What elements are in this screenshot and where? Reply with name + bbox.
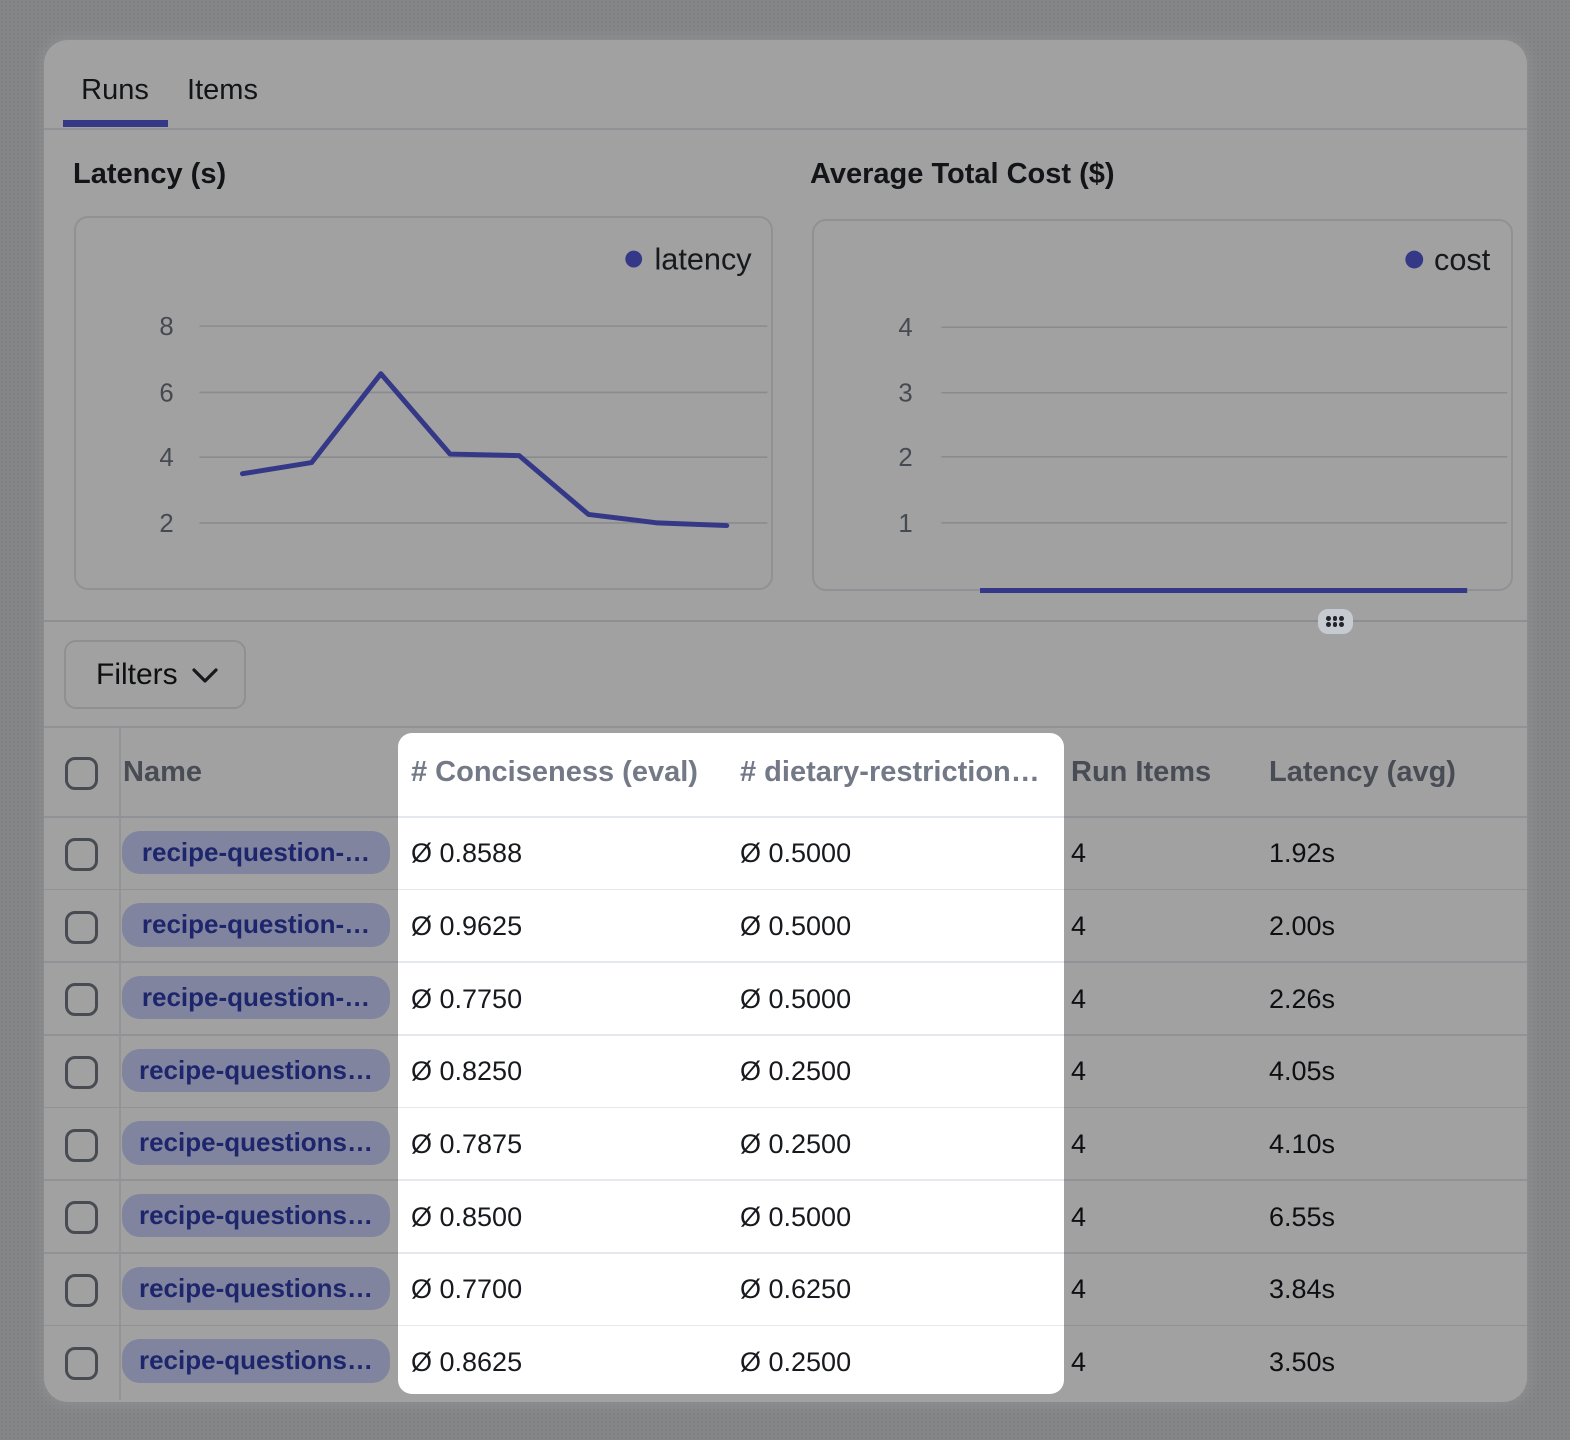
svg-text:cost: cost [1434, 242, 1491, 276]
svg-text:2: 2 [159, 510, 173, 538]
svg-text:3: 3 [898, 379, 912, 407]
svg-text:2: 2 [898, 443, 912, 471]
svg-text:8: 8 [159, 313, 173, 341]
svg-text:4: 4 [898, 314, 912, 342]
svg-text:4: 4 [159, 444, 173, 472]
svg-text:latency: latency [655, 242, 753, 276]
svg-text:1: 1 [898, 509, 912, 537]
svg-text:6: 6 [159, 379, 173, 407]
